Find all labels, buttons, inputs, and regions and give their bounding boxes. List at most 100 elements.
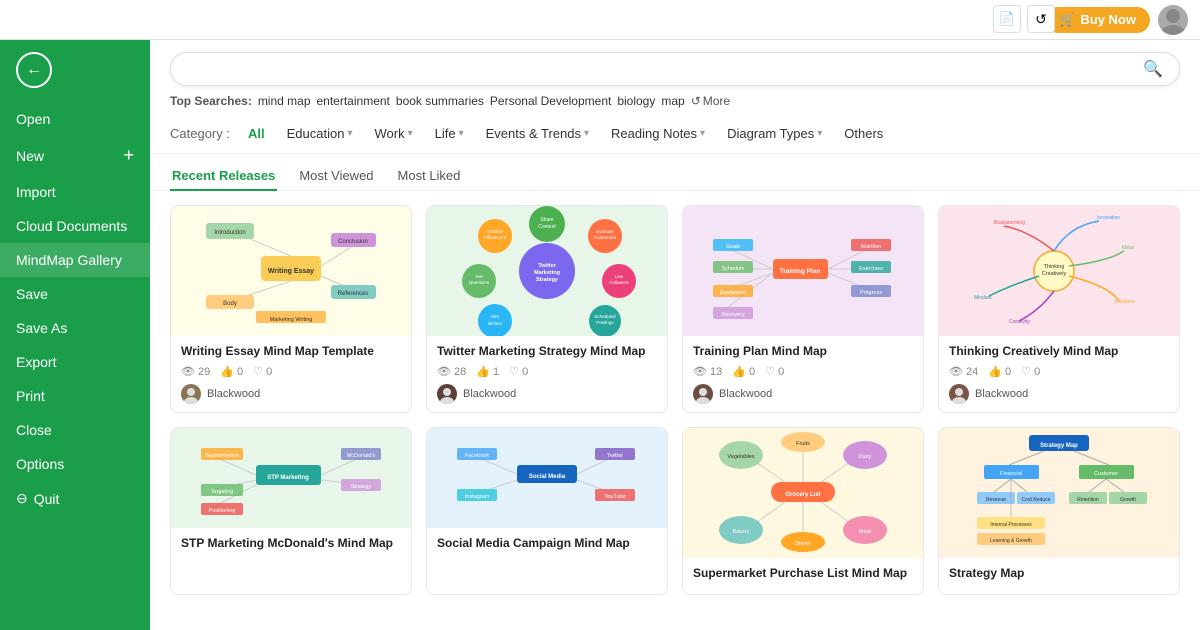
svg-text:Financial: Financial — [1000, 471, 1022, 477]
svg-text:Marketing Writing: Marketing Writing — [270, 317, 313, 323]
search-tag-personal-development[interactable]: Personal Development — [490, 94, 611, 108]
search-tag-entertainment[interactable]: entertainment — [317, 94, 390, 108]
category-reading-notes[interactable]: Reading Notes ▾ — [601, 122, 715, 145]
search-tag-map[interactable]: map — [661, 94, 684, 108]
svg-text:Innovation: Innovation — [1097, 215, 1120, 221]
sidebar-item-save[interactable]: Save — [0, 277, 150, 311]
search-bar[interactable]: 🔍 — [170, 52, 1180, 86]
sidebar-item-new[interactable]: New + — [0, 136, 150, 175]
svg-text:Hire: Hire — [491, 314, 500, 319]
search-input[interactable] — [187, 61, 1143, 77]
tab-recent-releases[interactable]: Recent Releases — [170, 162, 277, 191]
svg-text:Training Plan: Training Plan — [780, 268, 821, 275]
sidebar-item-options[interactable]: Options — [0, 447, 150, 481]
svg-text:Internal Processes: Internal Processes — [990, 522, 1032, 528]
card-title: Strategy Map — [949, 566, 1169, 582]
top-searches: Top Searches: mind map entertainment boo… — [170, 94, 1180, 108]
svg-text:Grocery List: Grocery List — [785, 492, 820, 498]
svg-text:Use: Use — [615, 274, 623, 279]
sidebar-item-open[interactable]: Open — [0, 102, 150, 136]
svg-text:Strategy: Strategy — [351, 484, 372, 490]
svg-text:Conclusion: Conclusion — [338, 239, 368, 245]
top-searches-label: Top Searches: — [170, 94, 252, 108]
user-avatar[interactable] — [1158, 5, 1188, 35]
sidebar-item-export[interactable]: Export — [0, 345, 150, 379]
card-author: Blackwood — [693, 384, 913, 404]
tabs-bar: Recent Releases Most Viewed Most Liked — [150, 154, 1200, 191]
tab-most-viewed[interactable]: Most Viewed — [297, 162, 375, 191]
svg-text:YouTube: YouTube — [604, 494, 626, 500]
back-button[interactable]: ← — [0, 40, 150, 102]
svg-text:Retention: Retention — [1077, 497, 1099, 503]
category-work[interactable]: Work ▾ — [364, 122, 422, 145]
search-tag-mindmap[interactable]: mind map — [258, 94, 311, 108]
category-others[interactable]: Others — [834, 122, 893, 145]
svg-text:Dairy: Dairy — [859, 454, 872, 460]
svg-text:Growth: Growth — [1120, 497, 1136, 503]
card-author: Blackwood — [437, 384, 657, 404]
sidebar-item-close[interactable]: Close — [0, 413, 150, 447]
card-stp-marketing[interactable]: STP Marketing Segmentation Targeting Pos… — [170, 427, 412, 596]
template-icon[interactable]: 📄 — [993, 5, 1021, 33]
card-twitter-marketing[interactable]: Twitter Marketing Strategy Share Content… — [426, 205, 668, 413]
undo-icon[interactable]: ↺ — [1027, 5, 1055, 33]
sidebar-item-import[interactable]: Import — [0, 175, 150, 209]
more-link[interactable]: ↺ More — [691, 94, 730, 108]
category-bar: Category : All Education ▾ Work ▾ Life ▾… — [150, 114, 1200, 154]
card-title: Writing Essay Mind Map Template — [181, 344, 401, 360]
card-title: STP Marketing McDonald's Mind Map — [181, 536, 401, 552]
svg-text:Postings: Postings — [596, 320, 614, 325]
cart-icon: 🛒 — [1059, 12, 1075, 28]
svg-text:Recovery: Recovery — [721, 312, 744, 318]
svg-text:Mindset: Mindset — [974, 295, 992, 301]
card-author: Blackwood — [181, 384, 401, 404]
card-strategy-map[interactable]: Strategy Map Financial Customer — [938, 427, 1180, 596]
svg-text:Timeline: Timeline — [487, 229, 504, 234]
svg-text:Customers: Customers — [594, 235, 617, 240]
search-tag-book-summaries[interactable]: book summaries — [396, 94, 484, 108]
svg-text:Followers: Followers — [609, 280, 629, 285]
svg-text:Positioning: Positioning — [209, 508, 236, 514]
svg-text:Scheduled: Scheduled — [594, 314, 616, 319]
svg-text:Share: Share — [540, 217, 554, 223]
svg-text:Twitter: Twitter — [538, 263, 556, 269]
svg-text:Nutrition: Nutrition — [861, 244, 881, 250]
category-all[interactable]: All — [238, 122, 275, 145]
buy-now-button[interactable]: 🛒 Buy Now — [1045, 7, 1150, 33]
card-title: Twitter Marketing Strategy Mind Map — [437, 344, 657, 360]
sidebar-item-mindmap-gallery[interactable]: MindMap Gallery — [0, 243, 150, 277]
sidebar-item-save-as[interactable]: Save As — [0, 311, 150, 345]
card-writing-essay[interactable]: Writing Essay Introduction Body Conclusi… — [170, 205, 412, 413]
svg-text:Strategy: Strategy — [536, 277, 559, 283]
svg-text:Cost Reduce: Cost Reduce — [1022, 497, 1051, 503]
svg-text:Evaluate: Evaluate — [596, 229, 614, 234]
card-thinking-creatively[interactable]: Thinking Creatively Brainstorming Innova… — [938, 205, 1180, 413]
card-supermarket[interactable]: Grocery List Vegetables Fruits Dairy — [682, 427, 924, 596]
category-education[interactable]: Education ▾ — [277, 122, 363, 145]
category-events-trends[interactable]: Events & Trends ▾ — [476, 122, 599, 145]
card-social-media[interactable]: Social Media Facebook Instagram Twitter — [426, 427, 668, 596]
svg-text:Creativity: Creativity — [1009, 319, 1030, 325]
sidebar-item-cloud-documents[interactable]: Cloud Documents — [0, 209, 150, 243]
svg-text:Strategy Map: Strategy Map — [1040, 443, 1078, 449]
card-title: Social Media Campaign Mind Map — [437, 536, 657, 552]
sidebar-item-quit[interactable]: ⊖ Quit — [0, 481, 150, 516]
category-diagram-types[interactable]: Diagram Types ▾ — [717, 122, 832, 145]
card-meta: 👁 13 👍 0 ♡ 0 — [693, 365, 913, 378]
search-icon: 🔍 — [1143, 59, 1163, 79]
search-tag-biology[interactable]: biology — [617, 94, 655, 108]
svg-text:Body: Body — [223, 301, 237, 307]
sidebar: ← Open New + Import Cloud Documents Mind… — [0, 40, 150, 630]
svg-text:Content: Content — [538, 224, 556, 230]
svg-text:Introduction: Introduction — [214, 230, 245, 236]
card-training-plan[interactable]: Training Plan Goals Schedule Equipment — [682, 205, 924, 413]
category-life[interactable]: Life ▾ — [425, 122, 474, 145]
svg-text:References: References — [338, 291, 369, 297]
svg-text:Creatively: Creatively — [1042, 271, 1067, 277]
svg-text:Fruits: Fruits — [796, 441, 810, 447]
svg-text:Social Media: Social Media — [529, 474, 566, 480]
tab-most-liked[interactable]: Most Liked — [396, 162, 463, 191]
svg-text:Ideas: Ideas — [1122, 245, 1135, 251]
card-title: Training Plan Mind Map — [693, 344, 913, 360]
sidebar-item-print[interactable]: Print — [0, 379, 150, 413]
